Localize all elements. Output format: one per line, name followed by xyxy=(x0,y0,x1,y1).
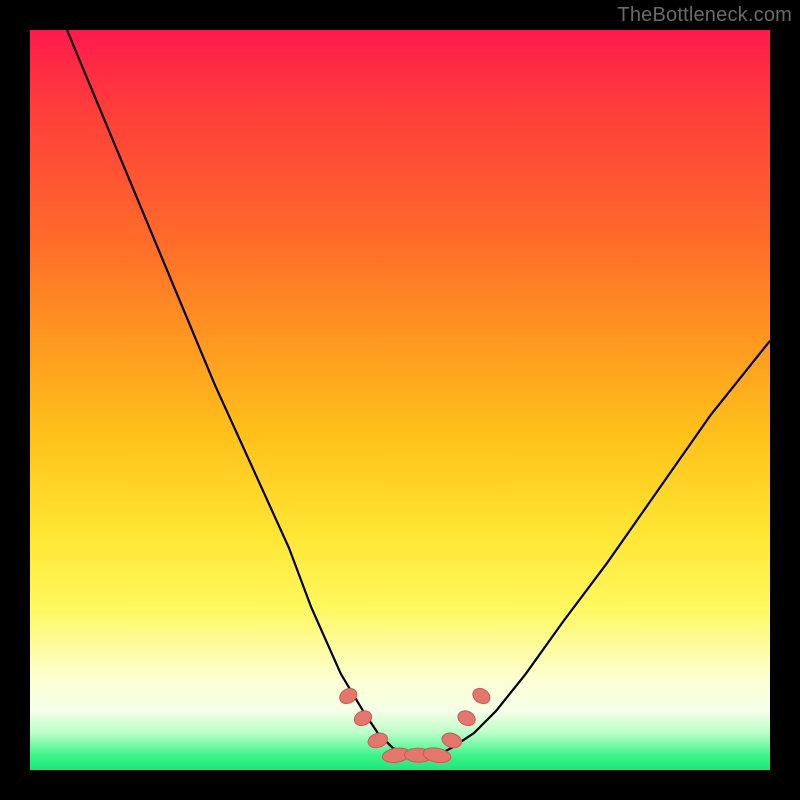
watermark-label: TheBottleneck.com xyxy=(617,4,792,27)
bottleneck-curve xyxy=(67,30,770,755)
marker-point xyxy=(440,731,463,750)
marker-point xyxy=(337,685,360,706)
marker-point xyxy=(366,731,389,750)
chart-frame: TheBottleneck.com xyxy=(0,0,800,800)
marker-point xyxy=(456,708,478,728)
marker-point xyxy=(352,708,374,728)
marker-point xyxy=(470,685,493,706)
curve-svg xyxy=(30,30,770,770)
plot-area xyxy=(30,30,770,770)
highlight-markers xyxy=(337,685,493,764)
marker-point xyxy=(422,746,452,765)
